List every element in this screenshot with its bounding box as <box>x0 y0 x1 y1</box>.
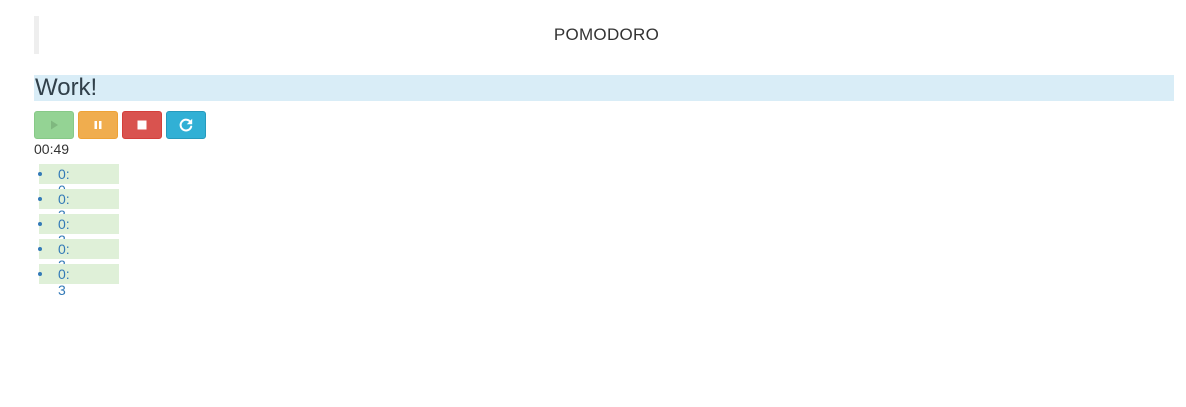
stop-icon <box>137 120 147 130</box>
play-icon <box>51 120 58 130</box>
pomodoro-page: POMODORO Work! 00:49 0: 0: 0: 0: 0: 3 <box>0 0 1186 407</box>
pause-icon <box>94 121 102 129</box>
play-button[interactable] <box>34 111 74 139</box>
session-bar <box>39 164 119 184</box>
refresh-icon <box>179 118 193 132</box>
session-label[interactable]: 0: 3 <box>58 266 70 298</box>
app-header: POMODORO <box>34 16 1174 54</box>
session-bar <box>39 214 119 234</box>
bullet-icon <box>38 222 42 226</box>
phase-banner: Work! <box>34 74 1174 101</box>
session-bar <box>39 189 119 209</box>
bullet-icon <box>38 172 42 176</box>
session-bar <box>39 239 119 259</box>
bullet-icon <box>38 272 42 276</box>
bullet-icon <box>38 247 42 251</box>
stop-button[interactable] <box>122 111 162 139</box>
pause-button[interactable] <box>78 111 118 139</box>
app-title: POMODORO <box>553 25 660 44</box>
timer-controls <box>34 111 206 139</box>
session-bar <box>39 264 119 284</box>
reset-button[interactable] <box>166 111 206 139</box>
phase-title: Work! <box>35 74 98 101</box>
bullet-icon <box>38 197 42 201</box>
timer-display: 00:49 <box>34 141 70 157</box>
